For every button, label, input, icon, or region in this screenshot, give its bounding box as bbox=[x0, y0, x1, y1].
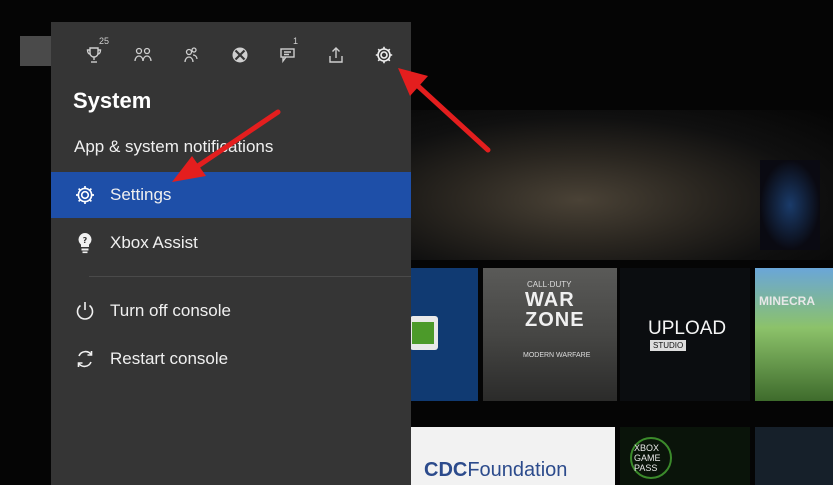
gamepass-tile[interactable]: XBOX GAME PASS bbox=[620, 427, 750, 485]
store-tile[interactable] bbox=[410, 268, 478, 401]
warzone-subtitle: MODERN WARFARE bbox=[523, 352, 591, 359]
tab-system[interactable] bbox=[369, 40, 399, 70]
menu-item-settings[interactable]: Settings bbox=[51, 172, 411, 218]
warzone-tile[interactable]: CALL·DUTY WAR ZONE MODERN WARFARE bbox=[483, 268, 617, 401]
messages-badge: 1 bbox=[293, 36, 299, 46]
guide-tabs: 25 1 bbox=[51, 22, 411, 84]
cdc-title: CDCFoundation bbox=[424, 459, 567, 482]
friends-icon bbox=[134, 47, 152, 62]
gamepass-line1: XBOX bbox=[634, 443, 660, 453]
tab-share[interactable] bbox=[321, 40, 351, 70]
tab-friends[interactable] bbox=[128, 40, 158, 70]
restart-icon bbox=[73, 347, 97, 371]
menu-item-label: Xbox Assist bbox=[110, 233, 198, 252]
tab-party[interactable] bbox=[176, 40, 206, 70]
robot-tile[interactable] bbox=[755, 427, 833, 485]
cdc-tile[interactable]: CDCFoundation bbox=[410, 427, 615, 485]
menu-item-label: Restart console bbox=[110, 349, 229, 368]
settings-gear-icon bbox=[73, 183, 97, 207]
panel-title: System bbox=[73, 88, 152, 113]
cdc-title-part1: CDC bbox=[424, 459, 468, 481]
gamepass-line3: PASS bbox=[634, 463, 658, 473]
minecraft-tile[interactable]: MINECRA bbox=[755, 268, 833, 401]
achievements-badge: 25 bbox=[99, 36, 110, 46]
warzone-title-1: WAR bbox=[525, 289, 575, 311]
gear-icon bbox=[375, 46, 393, 64]
tab-xbox[interactable] bbox=[225, 40, 255, 70]
xbox-icon bbox=[232, 47, 248, 63]
tab-messages[interactable]: 1 bbox=[273, 36, 303, 70]
share-icon bbox=[329, 47, 343, 63]
minecraft-title: MINECRA bbox=[759, 294, 815, 308]
gamepass-text: XBOX GAME PASS bbox=[634, 443, 661, 473]
lightbulb-icon: ? bbox=[73, 231, 97, 255]
warzone-small-text: CALL·DUTY bbox=[527, 280, 572, 289]
menu-item-restart[interactable]: Restart console bbox=[51, 336, 411, 382]
menu-item-label: Turn off console bbox=[110, 301, 231, 320]
power-icon bbox=[73, 299, 97, 323]
svg-text:?: ? bbox=[83, 236, 88, 245]
trophy-icon bbox=[86, 47, 102, 63]
menu-item-label: App & system notifications bbox=[74, 137, 274, 156]
guide-panel: 25 1 System App & system notifications S… bbox=[51, 22, 411, 485]
warzone-title-2: ZONE bbox=[525, 309, 585, 331]
tab-achievements[interactable]: 25 bbox=[79, 36, 109, 70]
menu-item-label: Settings bbox=[110, 185, 172, 204]
gamepass-line2: GAME bbox=[634, 453, 661, 463]
upload-title: UPLOAD bbox=[648, 318, 727, 339]
menu-item-notifications[interactable]: App & system notifications bbox=[51, 124, 411, 170]
upload-subtitle: STUDIO bbox=[650, 340, 687, 351]
menu-divider bbox=[89, 276, 411, 277]
party-icon bbox=[184, 47, 198, 63]
menu-item-turn-off[interactable]: Turn off console bbox=[51, 288, 411, 334]
menu-item-xbox-assist[interactable]: ? Xbox Assist bbox=[51, 220, 411, 266]
hero-accent bbox=[760, 160, 820, 250]
store-bag-icon bbox=[410, 316, 438, 350]
cdc-title-part2: Foundation bbox=[467, 459, 568, 481]
upload-tile[interactable]: UPLOAD STUDIO bbox=[620, 268, 750, 401]
messages-icon bbox=[280, 48, 295, 64]
